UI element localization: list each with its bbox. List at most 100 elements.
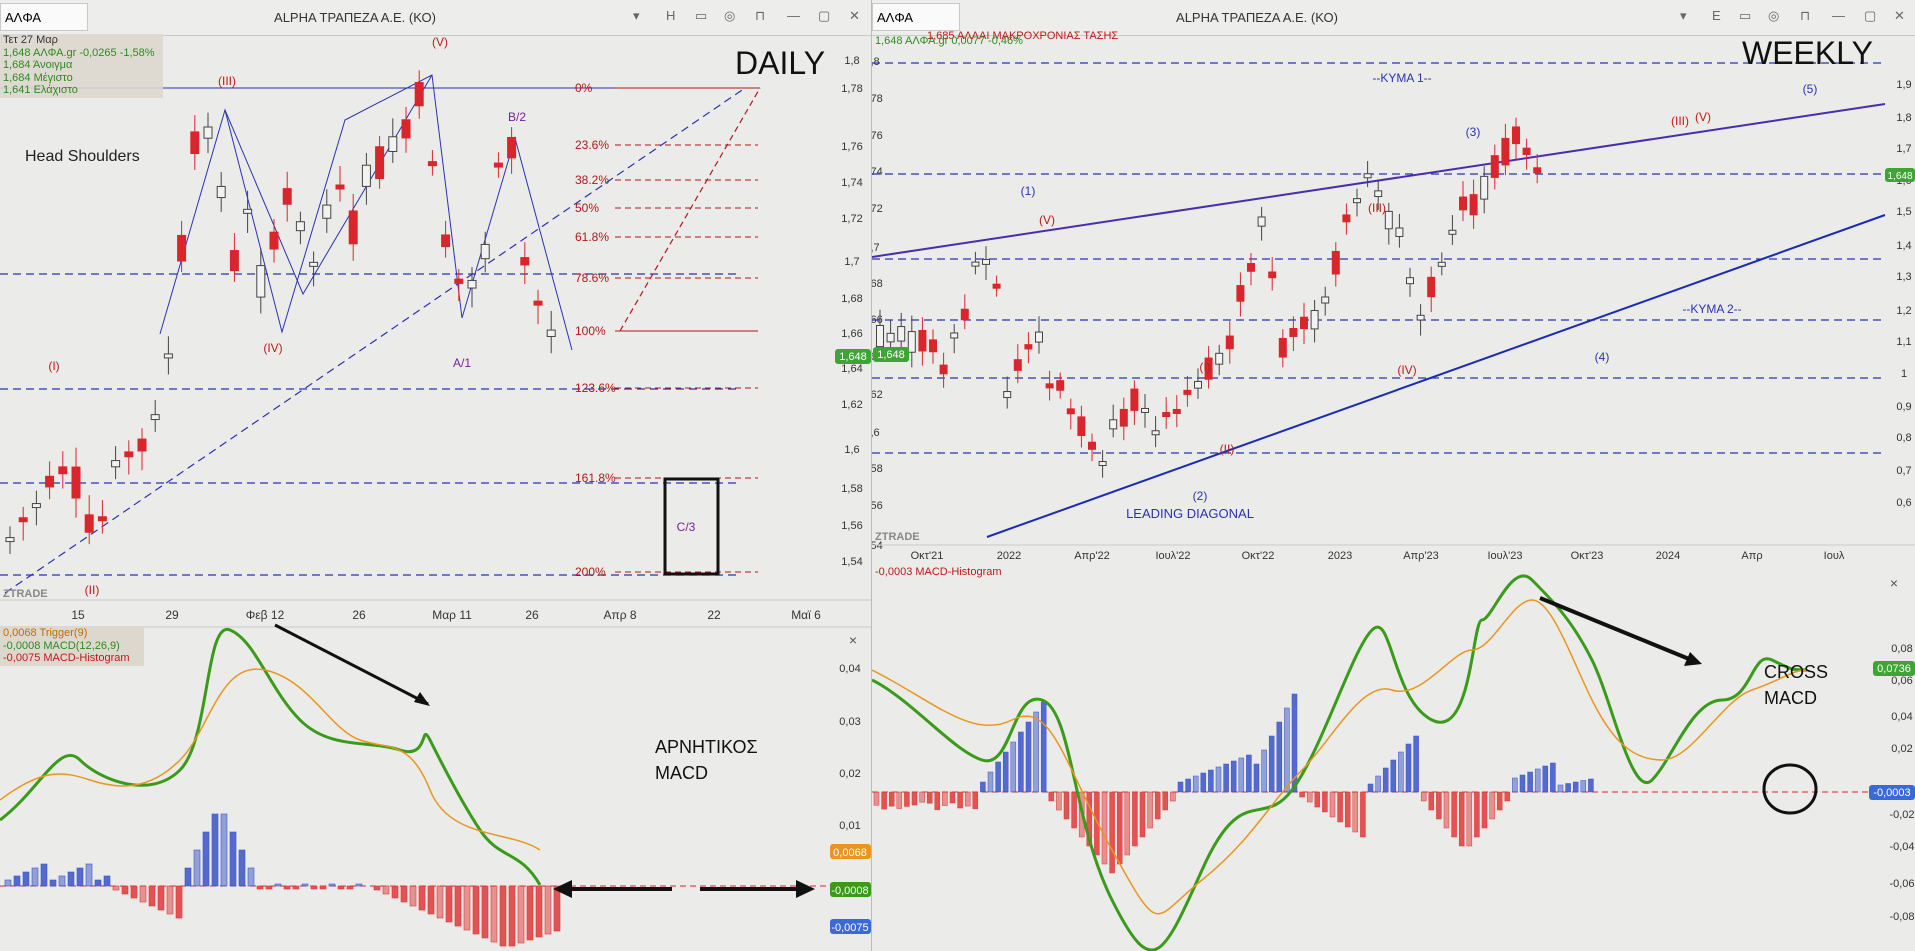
candle xyxy=(1013,359,1022,371)
macd-histogram-bar xyxy=(1132,791,1138,847)
x-axis-label: Οκτ'21 xyxy=(911,550,944,562)
fib-label: 123.6% xyxy=(575,381,616,395)
right-axis-label: 0,8 xyxy=(1896,432,1911,444)
info-date: Τετ 27 Μαρ xyxy=(3,34,58,46)
candle xyxy=(256,265,266,298)
x-axis-label: Ιουλ'23 xyxy=(1487,550,1522,562)
candle xyxy=(1533,167,1542,174)
macd-histogram-bar xyxy=(490,885,498,943)
info-last: 1,648 ΑΛΦΑ.gr 0,0077 -0,46% xyxy=(875,35,1023,47)
macd-axis-label: 0,04 xyxy=(1891,711,1912,723)
candle xyxy=(150,414,160,421)
candle xyxy=(1321,296,1330,304)
left-axis-label: 1,7 xyxy=(872,242,880,254)
candle xyxy=(929,339,937,353)
arrow-head xyxy=(414,692,430,706)
candle xyxy=(1045,383,1054,389)
left-axis-label: 1,72 xyxy=(872,203,883,215)
candle xyxy=(950,332,959,339)
wave-label: (II) xyxy=(1220,442,1235,456)
x-axis-label: 29 xyxy=(165,608,179,622)
price-axis-label: 1,76 xyxy=(841,141,862,153)
candle xyxy=(1480,175,1489,200)
macd-histogram-bar xyxy=(1405,743,1412,793)
macd-histogram-bar xyxy=(1215,766,1222,793)
candle xyxy=(520,257,530,266)
candle xyxy=(467,279,477,289)
wave-label: A/1 xyxy=(453,356,471,370)
macd-histogram-bar xyxy=(1534,768,1541,793)
candle xyxy=(546,329,556,337)
candle xyxy=(982,258,990,265)
wave-label: (IV) xyxy=(263,341,282,355)
macd-histogram-bar xyxy=(1550,762,1556,793)
candle xyxy=(1512,126,1520,145)
macd-axis-label: 0,02 xyxy=(1891,743,1912,755)
wave-label: (III) xyxy=(1368,201,1386,215)
candle xyxy=(45,475,55,488)
candle xyxy=(1077,416,1086,437)
candle xyxy=(1395,227,1404,237)
candle xyxy=(243,208,253,214)
macd-histogram-bar xyxy=(76,867,84,887)
macd-histogram-bar xyxy=(1436,791,1442,820)
macd-histogram-bar xyxy=(4,879,12,887)
right-axis-label: 1,9 xyxy=(1896,79,1911,91)
candle xyxy=(1098,461,1107,467)
macd-histogram-bar xyxy=(139,885,147,903)
candle xyxy=(493,162,503,168)
price-axis-label: 1,64 xyxy=(841,363,862,375)
macd-histogram-bar xyxy=(256,885,264,890)
wave-label: (II) xyxy=(85,583,100,597)
macd-histogram-bar xyxy=(1527,771,1533,793)
macd-histogram-bar xyxy=(1056,791,1062,811)
macd-histogram-bar xyxy=(535,885,543,938)
macd-histogram-bar xyxy=(337,885,345,890)
daily-chart-canvas[interactable]: 1,8 1,78 1,76 1,74 1,72 1,7 1,68 1,66 1,64 1,62 1,… xyxy=(0,0,871,951)
macd-histogram-bar xyxy=(328,883,336,887)
macd-badge-text: -0,0075 xyxy=(831,922,868,934)
macd-histogram-bar xyxy=(499,885,507,947)
candle xyxy=(137,438,147,452)
right-axis-label: 0,7 xyxy=(1896,465,1911,477)
macd-histogram-bar xyxy=(382,885,390,895)
candle xyxy=(124,451,134,458)
macd-histogram-bar xyxy=(980,781,986,793)
candle xyxy=(269,231,279,250)
fib-label: 61.8% xyxy=(575,230,609,244)
macd-histogram-bar xyxy=(265,885,273,890)
x-axis-label: 15 xyxy=(71,608,85,622)
candle xyxy=(163,353,173,359)
macd-histogram-bar xyxy=(112,885,120,891)
wave-label: --ΚΥΜΑ 1-- xyxy=(1372,71,1431,85)
macd-histogram-bar xyxy=(1033,711,1039,793)
candle xyxy=(1257,216,1266,227)
macd-histogram-bar xyxy=(310,885,318,890)
macd-histogram-bar xyxy=(1496,791,1503,811)
macd-histogram-bar xyxy=(1519,774,1526,793)
left-axis-label: 1,56 xyxy=(872,500,883,512)
macd-axis-label: 0,03 xyxy=(839,716,860,728)
candle xyxy=(229,250,239,272)
fib-label: 100% xyxy=(575,324,606,338)
candle xyxy=(907,331,916,353)
macd-axis-label: 0,02 xyxy=(839,768,860,780)
macd-histogram-bar xyxy=(1139,791,1146,838)
candle xyxy=(971,261,980,267)
macd-histogram-bar xyxy=(436,885,444,919)
candle xyxy=(1448,229,1457,235)
wave-label: --ΚΥΜΑ 2-- xyxy=(1682,302,1741,316)
candle xyxy=(939,364,948,375)
weekly-chart-canvas[interactable]: 1,81,781,761,741,721,71,681,661,641,621,… xyxy=(872,0,1915,951)
macd-histogram-bar xyxy=(1474,791,1480,838)
candle xyxy=(533,300,543,306)
x-axis-label: 2024 xyxy=(1656,550,1680,562)
watermark: ZTRADE xyxy=(875,531,920,543)
macd-histogram-bar xyxy=(1185,778,1191,793)
macd-histogram-bar xyxy=(1443,791,1450,829)
macd-histogram-bar xyxy=(1466,791,1473,847)
macd-histogram-bar xyxy=(283,885,291,890)
macd-histogram-bar xyxy=(1109,791,1115,874)
price-axis-label: 1,6 xyxy=(844,444,859,456)
macd-histogram-bar xyxy=(904,791,910,807)
